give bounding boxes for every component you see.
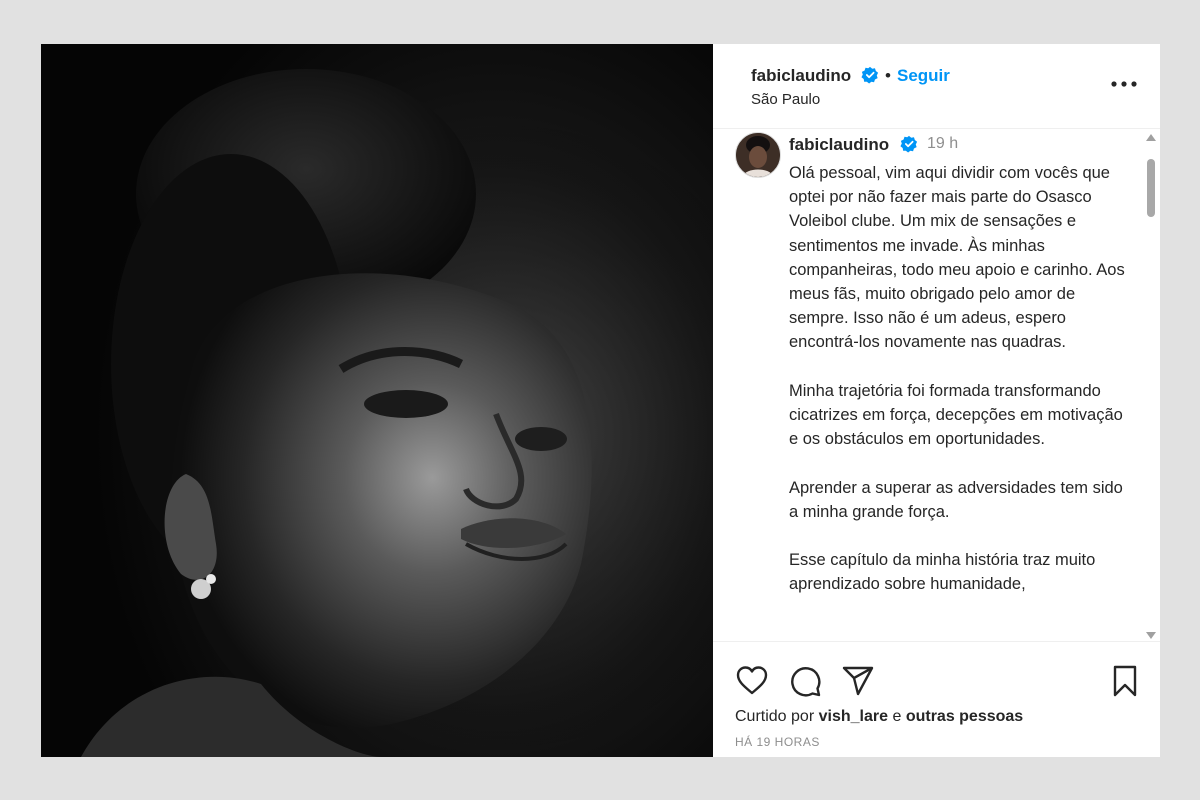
liked-by-others[interactable]: outras pessoas bbox=[906, 708, 1023, 725]
follow-button[interactable]: Seguir bbox=[897, 66, 950, 86]
verified-badge-icon bbox=[861, 66, 879, 84]
caption-text: Olá pessoal, vim aqui dividir com vocês … bbox=[789, 161, 1125, 621]
likes-conjunction: e bbox=[892, 708, 902, 725]
header-username[interactable]: fabiclaudino bbox=[751, 66, 851, 86]
caption-paragraph: Aprender a superar as adversidades tem s… bbox=[789, 478, 1123, 521]
post-header: fabiclaudino • Seguir São Paulo bbox=[713, 44, 1160, 129]
bookmark-icon[interactable] bbox=[1108, 664, 1142, 698]
avatar[interactable] bbox=[735, 132, 781, 178]
portrait-image bbox=[41, 44, 713, 757]
caption-paragraph: Olá pessoal, vim aqui dividir com vocês … bbox=[789, 164, 1125, 352]
location-label[interactable]: São Paulo bbox=[751, 91, 820, 108]
liked-by-user[interactable]: vish_lare bbox=[819, 708, 888, 725]
action-bar: Curtido por vish_lare e outras pessoas H… bbox=[713, 641, 1160, 758]
caption-area: fabiclaudino 19 h Olá pessoal, vim aqui … bbox=[713, 129, 1160, 641]
more-options-icon[interactable] bbox=[1110, 74, 1138, 94]
scrollbar-thumb[interactable] bbox=[1147, 159, 1155, 217]
instagram-post: fabiclaudino • Seguir São Paulo fabiclau… bbox=[41, 44, 1160, 757]
likes-summary: Curtido por vish_lare e outras pessoas bbox=[735, 708, 1023, 726]
verified-badge-icon bbox=[900, 135, 918, 153]
post-time[interactable]: 19 h bbox=[927, 135, 958, 153]
post-timestamp[interactable]: HÁ 19 HORAS bbox=[735, 735, 820, 749]
caption-username[interactable]: fabiclaudino bbox=[789, 135, 889, 155]
caption-scrollbar[interactable] bbox=[1142, 134, 1160, 639]
scroll-up-arrow-icon[interactable] bbox=[1146, 134, 1156, 141]
post-photo[interactable] bbox=[41, 44, 713, 757]
send-icon[interactable] bbox=[841, 664, 875, 698]
separator-dot: • bbox=[885, 66, 891, 85]
heart-icon[interactable] bbox=[735, 664, 769, 698]
comment-icon[interactable] bbox=[788, 664, 822, 698]
caption-paragraph: Esse capítulo da minha história traz mui… bbox=[789, 551, 1096, 594]
likes-prefix: Curtido por bbox=[735, 708, 815, 725]
caption-paragraph: Minha trajetória foi formada transforman… bbox=[789, 381, 1123, 449]
scroll-down-arrow-icon[interactable] bbox=[1146, 632, 1156, 639]
post-sidebar: fabiclaudino • Seguir São Paulo fabiclau… bbox=[713, 44, 1160, 757]
